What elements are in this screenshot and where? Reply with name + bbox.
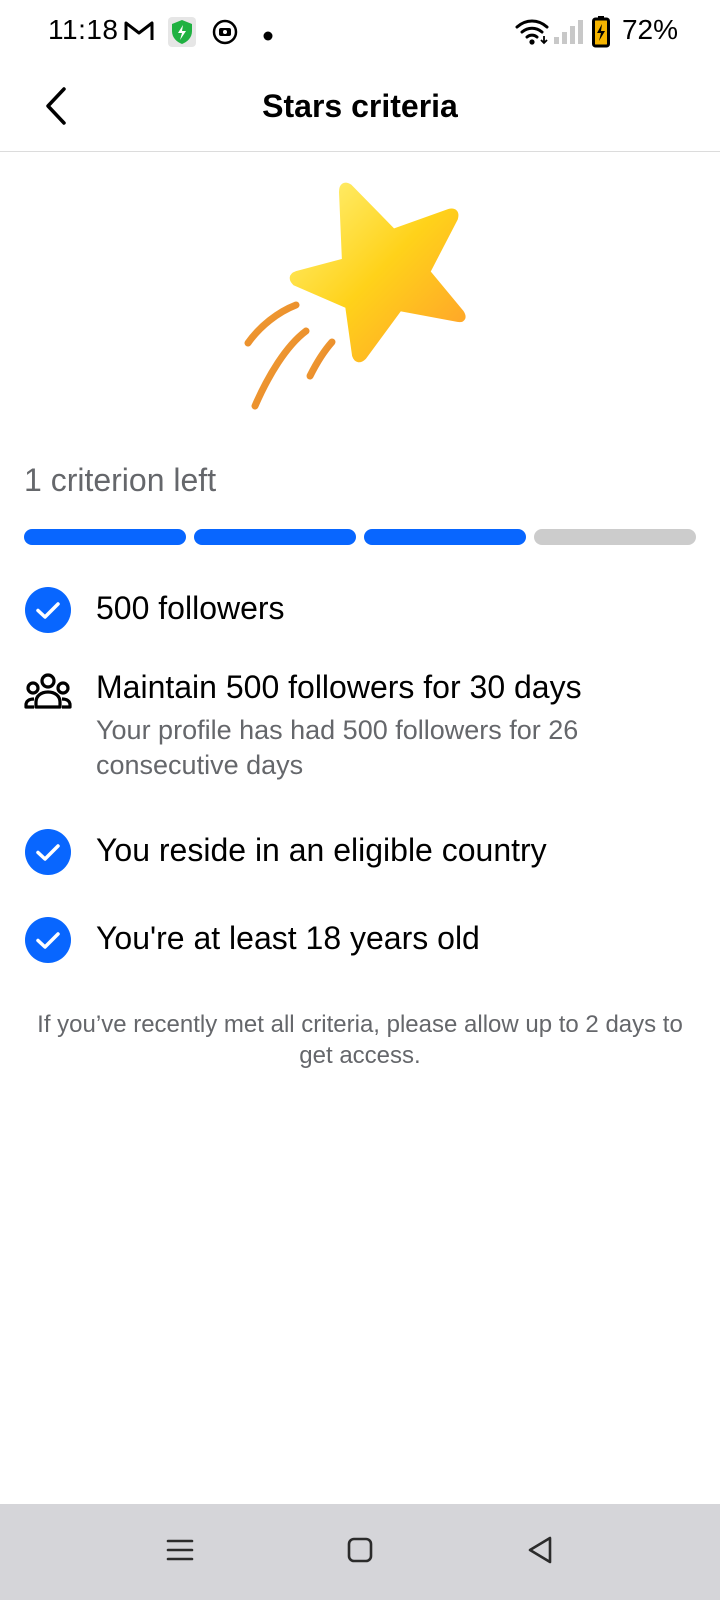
criterion-title: Maintain 500 followers for 30 days [96,669,582,705]
check-circle-icon [24,586,72,634]
access-footnote: If you’ve recently met all criteria, ple… [37,1011,683,1069]
signal-icon [553,19,585,50]
check-circle-icon [24,828,72,876]
criteria-progress-bar [24,529,696,545]
progress-segment-complete [194,529,356,545]
criteria-remaining-label: 1 criterion left [24,462,217,498]
criterion-item: You reside in an eligible country [24,828,696,884]
media-icon [212,19,238,50]
check-circle-icon [24,916,72,964]
shield-icon [168,17,196,52]
gmail-icon [124,20,154,47]
menu-icon [166,1538,194,1567]
criterion-title: You reside in an eligible country [96,832,547,868]
home-square-icon [347,1537,373,1568]
battery-percent: 72% [621,14,678,45]
status-bar: 11:18 72% [0,0,720,66]
back-triangle-icon [526,1535,554,1570]
criterion-item: Maintain 500 followers for 30 days Your … [24,665,696,795]
criterion-item: 500 followers [24,586,696,642]
home-button[interactable] [334,1526,386,1578]
criterion-item: You're at least 18 years old [24,916,696,972]
system-back-button[interactable] [514,1526,566,1578]
progress-segment-complete [364,529,526,545]
wifi-icon [515,18,549,51]
page-title: Stars criteria [262,88,458,124]
people-group-icon [24,671,72,719]
progress-segment-incomplete [534,529,696,545]
battery-icon [592,16,610,53]
header: Stars criteria [0,66,720,152]
progress-segment-complete [24,529,186,545]
criterion-title: 500 followers [96,590,285,626]
status-time: 11:18 [48,14,119,45]
criterion-subtitle: Your profile has had 500 followers for 2… [96,715,579,780]
system-nav-bar [0,1504,720,1600]
criterion-title: You're at least 18 years old [96,920,480,956]
shooting-star-icon [230,178,490,428]
recent-apps-button[interactable] [154,1526,206,1578]
dot-icon [263,28,273,46]
